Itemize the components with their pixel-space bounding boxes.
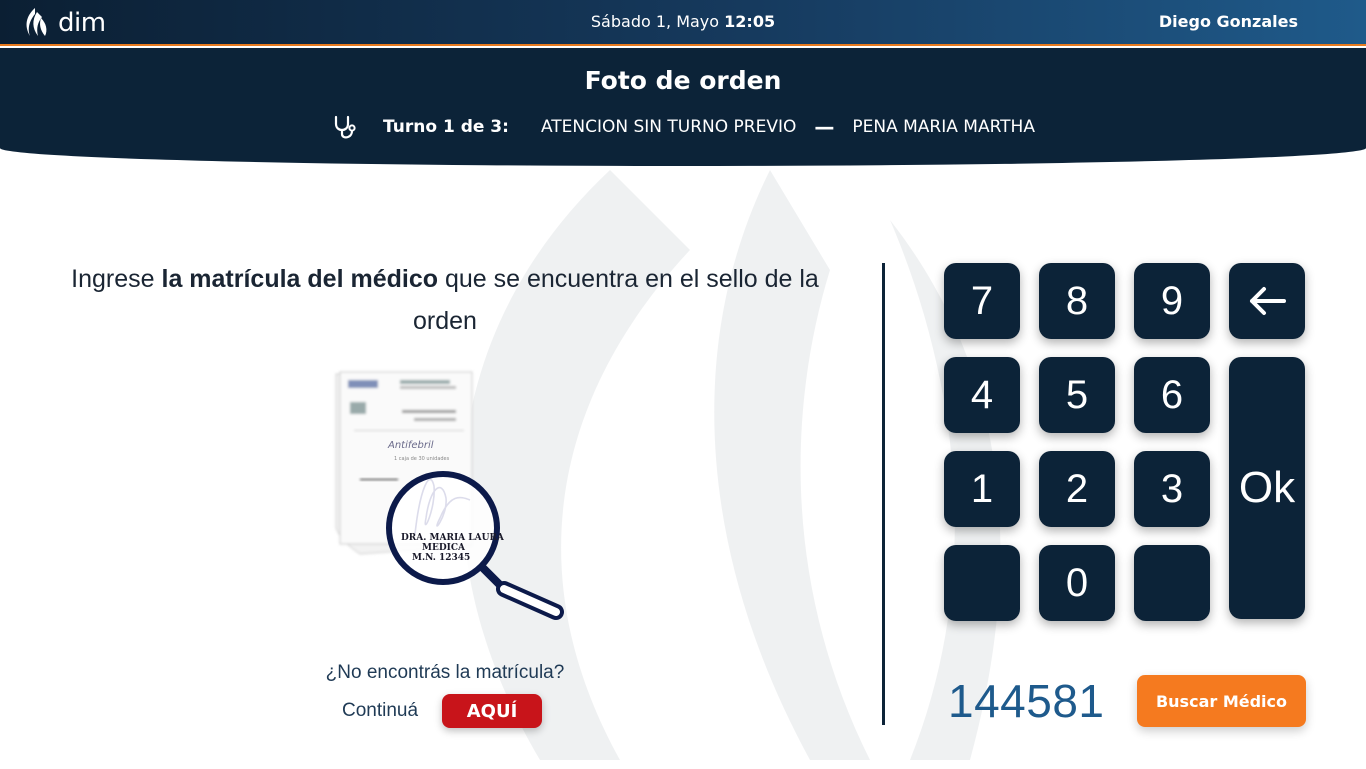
buscar-medico-button[interactable]: Buscar Médico <box>1137 675 1306 727</box>
stamp-line-1: DRA. MARIA LAURA <box>401 533 505 543</box>
turno-separator: — <box>814 115 835 139</box>
key-6[interactable]: 6 <box>1134 357 1210 433</box>
key-1[interactable]: 1 <box>944 451 1020 527</box>
key-5[interactable]: 5 <box>1039 357 1115 433</box>
stethoscope-icon <box>334 115 356 139</box>
vertical-divider <box>882 263 885 725</box>
continue-label: Continuá <box>342 700 419 721</box>
key-blank-left[interactable] <box>944 545 1020 621</box>
turno-type: ATENCION SIN TURNO PREVIO <box>540 117 797 137</box>
instruction-bold: la matrícula del médico <box>161 265 439 293</box>
top-bar: dim Sábado 1, Mayo 12:05 Diego Gonzales <box>0 0 1366 46</box>
stamp-line-3: M.N. 12345 <box>412 553 470 563</box>
page-header: Foto de orden Turno 1 de 3: ATENCION SIN… <box>0 48 1366 166</box>
turno-info: Turno 1 de 3: ATENCION SIN TURNO PREVIO … <box>0 114 1366 140</box>
key-blank-right[interactable] <box>1134 545 1210 621</box>
doc-subtitle: 1 caja de 30 unidades <box>394 456 450 462</box>
backspace-button[interactable] <box>1229 263 1305 339</box>
order-stamp-illustration: Antifebril 1 caja de 30 unidades DRA. MA… <box>335 371 564 620</box>
instruction-text: Ingrese la matrícula del médico que se e… <box>60 258 830 342</box>
aqui-button[interactable]: AQUÍ <box>442 694 542 728</box>
key-4[interactable]: 4 <box>944 357 1020 433</box>
key-8[interactable]: 8 <box>1039 263 1115 339</box>
turno-label: Turno 1 de 3: <box>383 117 509 137</box>
doc-title: Antifebril <box>387 440 434 451</box>
ok-button[interactable]: Ok <box>1229 357 1305 619</box>
patient-name: PENA MARIA MARTHA <box>852 117 1035 137</box>
key-3[interactable]: 3 <box>1134 451 1210 527</box>
key-9[interactable]: 9 <box>1134 263 1210 339</box>
stamp-line-2: MEDICA <box>422 543 466 553</box>
date-text: Sábado 1, Mayo <box>590 12 720 31</box>
matricula-value: 144581 <box>948 675 1105 727</box>
no-matricula-question: ¿No encontrás la matrícula? <box>325 662 565 683</box>
arrow-left-icon <box>1250 287 1286 315</box>
instruction-prefix: Ingrese <box>71 265 162 293</box>
magnifier-icon: DRA. MARIA LAURA MEDICA M.N. 12345 <box>386 471 564 620</box>
key-7[interactable]: 7 <box>944 263 1020 339</box>
time-text: 12:05 <box>724 12 776 31</box>
key-2[interactable]: 2 <box>1039 451 1115 527</box>
user-name[interactable]: Diego Gonzales <box>1159 12 1298 31</box>
instruction-suffix: que se encuentra en el sello de la orden <box>413 265 819 335</box>
page-title: Foto de orden <box>584 66 782 95</box>
key-0[interactable]: 0 <box>1039 545 1115 621</box>
